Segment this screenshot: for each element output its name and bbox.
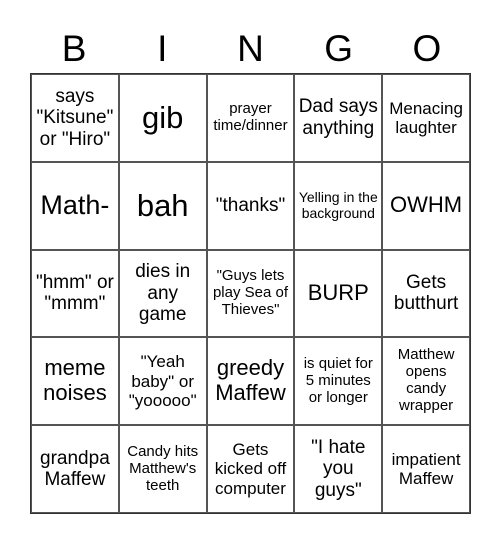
- cell-text: meme noises: [43, 355, 107, 406]
- bingo-cell[interactable]: gib: [118, 74, 207, 162]
- cell-text: greedy Maffew: [215, 355, 286, 406]
- bingo-cell[interactable]: Matthew opens candy wrapper: [382, 337, 470, 426]
- cell-text: Gets butthurt: [393, 272, 459, 315]
- bingo-cell[interactable]: Gets butthurt: [382, 249, 470, 338]
- bingo-cell[interactable]: "Guys lets play Sea of Thieves": [206, 249, 295, 338]
- bingo-cell[interactable]: "hmm" or "mmm": [31, 249, 119, 338]
- cell-text: bah: [136, 188, 189, 224]
- bingo-cell[interactable]: grandpa Maffew: [31, 425, 119, 513]
- bingo-cell[interactable]: Math-: [31, 161, 119, 250]
- bingo-cell[interactable]: bah: [118, 161, 207, 250]
- bingo-cell[interactable]: Menacing laughter: [382, 74, 470, 162]
- cell-text: "Yeah baby" or "yooooo": [128, 352, 197, 410]
- cell-text: dies in any game: [135, 261, 191, 326]
- bingo-cell[interactable]: Gets kicked off computer: [206, 425, 295, 513]
- bingo-cell[interactable]: dies in any game: [118, 249, 207, 338]
- cell-text: Matthew opens candy wrapper: [397, 346, 455, 415]
- header-letter-i: I: [157, 28, 168, 69]
- cell-text: is quiet for 5 minutes or longer: [303, 354, 373, 406]
- bingo-board: says "Kitsune" or "Hiro" gib prayer time…: [30, 73, 471, 514]
- bingo-cell[interactable]: greedy Maffew: [206, 337, 295, 426]
- bingo-cell[interactable]: prayer time/dinner: [206, 74, 295, 162]
- bingo-cell[interactable]: says "Kitsune" or "Hiro": [31, 74, 119, 162]
- header-letter-g: G: [324, 28, 354, 69]
- bingo-cell[interactable]: OWHM: [382, 161, 470, 250]
- cell-text: prayer time/dinner: [213, 99, 288, 134]
- cell-text: Gets kicked off computer: [214, 440, 287, 498]
- cell-text: Dad says anything: [298, 96, 378, 139]
- cell-text: "Guys lets play Sea of Thieves": [212, 267, 289, 318]
- bingo-cell[interactable]: Dad says anything: [294, 74, 383, 162]
- bingo-cell[interactable]: impatient Maffew: [382, 425, 470, 513]
- bingo-header: B I N G O: [30, 24, 471, 74]
- bingo-cell[interactable]: meme noises: [31, 337, 119, 426]
- cell-text: "hmm" or "mmm": [35, 272, 114, 315]
- bingo-cell[interactable]: "I hate you guys": [294, 425, 383, 513]
- cell-text: OWHM: [390, 192, 463, 218]
- cell-text: impatient Maffew: [391, 449, 461, 489]
- cell-text: Menacing laughter: [389, 98, 463, 137]
- cell-text: Candy hits Matthew's teeth: [127, 442, 199, 494]
- bingo-cell[interactable]: Yelling in the background: [294, 161, 383, 250]
- cell-text: "I hate you guys": [311, 436, 366, 501]
- cell-text: BURP: [307, 280, 369, 306]
- header-letter-b: B: [61, 28, 87, 69]
- bingo-cell[interactable]: Candy hits Matthew's teeth: [118, 425, 207, 513]
- cell-text: gib: [142, 100, 184, 136]
- cell-text: grandpa Maffew: [40, 447, 110, 491]
- bingo-cell[interactable]: "thanks": [206, 161, 295, 250]
- bingo-cell[interactable]: "Yeah baby" or "yooooo": [118, 337, 207, 426]
- bingo-cell[interactable]: is quiet for 5 minutes or longer: [294, 337, 383, 426]
- bingo-cell[interactable]: BURP: [294, 249, 383, 338]
- cell-text: "thanks": [215, 194, 286, 216]
- cell-text: says "Kitsune" or "Hiro": [36, 85, 114, 150]
- cell-text: Math-: [40, 190, 110, 221]
- header-letter-o: O: [412, 28, 442, 69]
- header-letter-n: N: [237, 28, 264, 69]
- cell-text: Yelling in the background: [298, 188, 378, 221]
